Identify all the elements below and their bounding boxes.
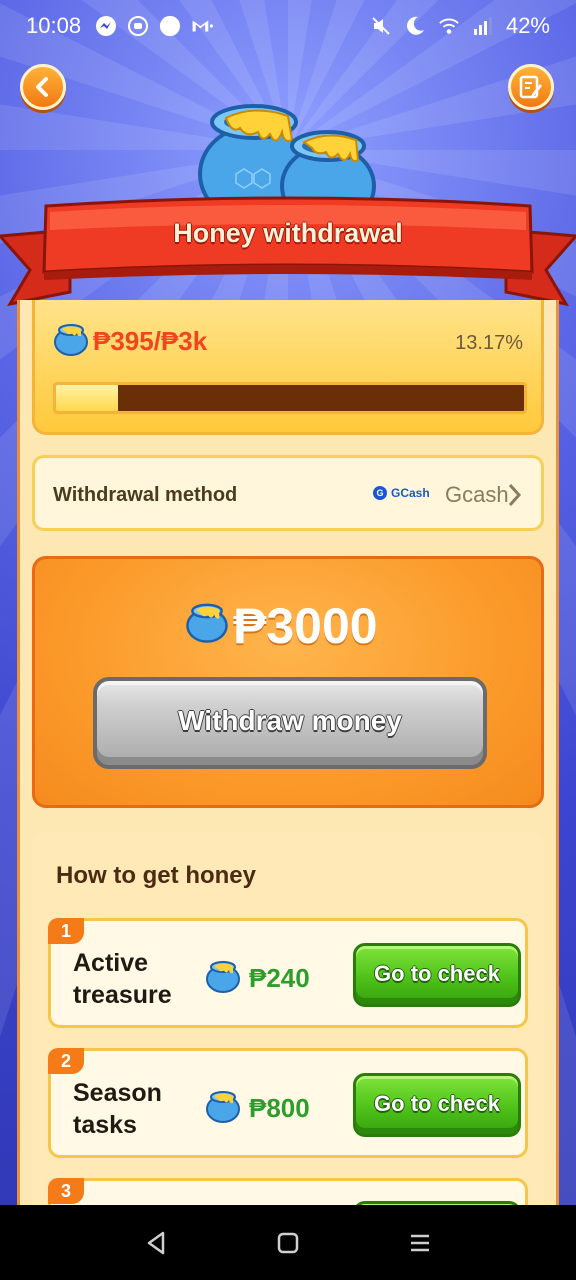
task-name: Active treasure: [73, 949, 172, 1009]
honey-pot-icon: [205, 1089, 241, 1128]
section-title: How to get honey: [56, 862, 256, 889]
honey-target: ₱3k: [160, 326, 208, 356]
back-button[interactable]: [20, 64, 66, 110]
gcash-logo-text: GCash: [391, 486, 430, 500]
honey-separator: /: [153, 326, 161, 356]
gcash-g-icon: G: [373, 486, 387, 500]
nav-menu-icon: [411, 1234, 429, 1251]
task-item: 1 Active treasure ₱240 Go to check: [48, 918, 528, 1028]
back-arrow-icon: [36, 77, 48, 97]
task-name: Season tasks: [73, 1079, 162, 1139]
task-number: 1: [48, 918, 84, 944]
title-ribbon: [0, 196, 576, 316]
withdrawal-method-row[interactable]: Withdrawal method G GCash Gcash: [32, 455, 544, 531]
edit-button[interactable]: [508, 64, 554, 110]
honey-pot-icon: [185, 601, 229, 648]
gmail-icon: [191, 15, 214, 37]
withdrawal-method-value: Gcash: [445, 482, 509, 507]
go-to-check-button[interactable]: Go to check: [353, 943, 521, 1007]
status-time: 10:08: [26, 13, 82, 38]
progress-percent: 13.17%: [455, 332, 523, 354]
mute-icon: [370, 15, 392, 37]
progress-bar: [53, 382, 527, 414]
chevron-right-icon: [507, 482, 523, 513]
how-to-get-honey-section: How to get honey 1 Active treasure ₱240 …: [32, 832, 544, 1280]
signal-icon: [472, 15, 494, 37]
app-icon: [127, 15, 149, 37]
task-item: 2 Season tasks ₱800 Go to check: [48, 1048, 528, 1158]
edit-icon: [519, 75, 542, 99]
moon-icon: [404, 15, 426, 37]
messenger-icon: [95, 15, 117, 37]
task-reward: ₱240: [249, 963, 310, 993]
nav-home-button[interactable]: [268, 1223, 308, 1263]
nav-recents-button[interactable]: [400, 1223, 440, 1263]
honey-pot-icon: [53, 322, 89, 361]
page-title: Honey withdrawal: [173, 218, 403, 248]
circle-icon: [159, 15, 181, 37]
honey-current: ₱395: [93, 326, 154, 356]
status-bar: 10:08 42%: [0, 0, 576, 52]
nav-home-icon: [277, 1232, 299, 1253]
honey-pot-icon: [205, 959, 241, 998]
withdraw-money-button[interactable]: Withdraw money: [93, 677, 487, 769]
system-navigation-bar: [0, 1205, 576, 1280]
progress-card: ₱395/₱3k 13.17%: [32, 300, 544, 435]
withdrawal-method-label: Withdrawal method: [53, 484, 238, 506]
nav-back-icon: [147, 1231, 165, 1254]
withdraw-card: ₱3000 Withdraw money: [32, 556, 544, 808]
task-number: 3: [48, 1178, 84, 1204]
battery-level: 42%: [505, 13, 550, 38]
progress-bar-fill: [56, 385, 118, 411]
nav-back-button[interactable]: [136, 1223, 176, 1263]
wifi-icon: [438, 15, 460, 37]
go-to-check-button[interactable]: Go to check: [353, 1073, 521, 1137]
task-reward: ₱800: [249, 1093, 310, 1123]
gcash-logo: G GCash: [373, 486, 430, 500]
task-number: 2: [48, 1048, 84, 1074]
withdraw-amount: ₱3000: [233, 598, 378, 654]
